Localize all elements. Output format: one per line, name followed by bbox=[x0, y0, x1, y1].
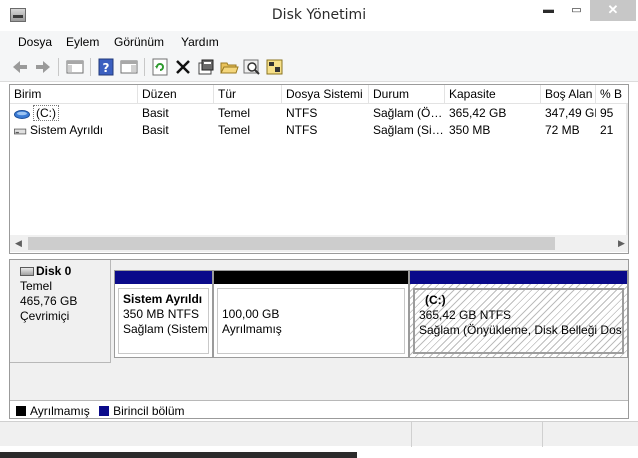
explore-icon[interactable] bbox=[242, 57, 262, 77]
layout-cell: Basit bbox=[142, 106, 169, 120]
column-header-dosya-sistemi[interactable]: Dosya Sistemi bbox=[282, 85, 369, 104]
table-row[interactable]: Sistem Ayrıldı Basit Temel NTFS Sağlam (… bbox=[10, 122, 628, 139]
partition-band bbox=[410, 271, 627, 284]
svg-text:?: ? bbox=[103, 61, 110, 75]
percent-free-cell: 95 bbox=[600, 106, 614, 120]
type-cell: Temel bbox=[218, 106, 251, 120]
properties-pane-icon[interactable] bbox=[119, 57, 139, 77]
percent-free-cell: 21 bbox=[600, 123, 614, 137]
open-folder-icon[interactable] bbox=[219, 57, 239, 77]
type-cell: Temel bbox=[218, 123, 251, 137]
volume-name-cell: Sistem Ayrıldı bbox=[10, 122, 138, 139]
vertical-scrollbar[interactable] bbox=[626, 104, 628, 235]
toolbar-separator bbox=[90, 58, 91, 76]
partition-status: Ayrılmamış bbox=[222, 322, 282, 336]
disk-name: Disk 0 bbox=[36, 264, 72, 278]
volume-name-cell: (C:) bbox=[10, 105, 138, 122]
scrollbar-thumb[interactable] bbox=[28, 237, 555, 250]
volume-list: Birim Düzen Tür Dosya Sistemi Durum Kapa… bbox=[9, 84, 629, 254]
delete-icon[interactable] bbox=[173, 57, 193, 77]
partition-c-drive[interactable]: (C:) 365,42 GB NTFS Sağlam (Önyükleme, D… bbox=[409, 270, 628, 358]
status-cell bbox=[411, 422, 542, 447]
toolbar-separator bbox=[144, 58, 145, 76]
legend-swatch bbox=[16, 406, 26, 416]
partition-title: (C:) bbox=[425, 293, 446, 307]
toolbar: ? bbox=[0, 53, 638, 82]
partition-system-reserved[interactable]: Sistem Ayrıldı 350 MB NTFS Sağlam (Siste… bbox=[114, 270, 213, 358]
column-header-tur[interactable]: Tür bbox=[214, 85, 282, 104]
disk-info-block[interactable]: Disk 0 Temel 465,76 GB Çevrimiçi bbox=[10, 260, 111, 363]
partition-size: 365,42 GB NTFS bbox=[419, 308, 512, 322]
partition-status: Sağlam (Önyükleme, Disk Belleği Dosy bbox=[419, 323, 624, 337]
partition-size: 350 MB NTFS bbox=[123, 307, 200, 321]
menu-gorunum[interactable]: Görünüm bbox=[114, 35, 164, 49]
back-arrow-icon[interactable] bbox=[10, 57, 30, 77]
layout-cell: Basit bbox=[142, 123, 169, 137]
legend-item-primary: Birincil bölüm bbox=[99, 404, 185, 418]
partition-title: Sistem Ayrıldı bbox=[123, 292, 203, 306]
column-header-birim[interactable]: Birim bbox=[10, 85, 138, 104]
free-space-cell: 347,49 GB bbox=[545, 106, 596, 120]
toolbar-separator bbox=[58, 58, 59, 76]
partition-band bbox=[214, 271, 408, 284]
volume-drive-icon bbox=[14, 110, 30, 119]
capacity-cell: 350 MB bbox=[449, 123, 491, 137]
volume-name: Sistem Ayrıldı bbox=[30, 123, 104, 137]
title-bar: Disk Yönetimi ▬ ▭ ✕ bbox=[0, 0, 638, 31]
minimize-button[interactable]: ▬ bbox=[534, 0, 563, 21]
partition-status: Sağlam (Sistem, bbox=[123, 322, 209, 336]
partition-row: Sistem Ayrıldı 350 MB NTFS Sağlam (Siste… bbox=[114, 270, 628, 360]
scroll-right-icon[interactable]: ▶ bbox=[613, 235, 628, 252]
legend: Ayrılmamış Birincil bölüm bbox=[10, 400, 628, 418]
volume-drive-icon bbox=[14, 128, 27, 135]
status-cell: Sağlam (Si… bbox=[373, 123, 444, 137]
column-header-kapasite[interactable]: Kapasite bbox=[445, 85, 541, 104]
column-header-percent-free[interactable]: % B bbox=[596, 85, 628, 104]
volume-list-header: Birim Düzen Tür Dosya Sistemi Durum Kapa… bbox=[10, 85, 628, 104]
refresh-icon[interactable] bbox=[150, 57, 170, 77]
free-space-cell: 72 MB bbox=[545, 123, 580, 137]
console-tree-icon[interactable] bbox=[65, 57, 85, 77]
status-cell bbox=[542, 422, 638, 447]
capacity-cell: 365,42 GB bbox=[449, 106, 507, 120]
maximize-button[interactable]: ▭ bbox=[563, 0, 590, 21]
menu-dosya[interactable]: Dosya bbox=[18, 35, 52, 49]
menu-eylem[interactable]: Eylem bbox=[66, 35, 99, 49]
disk-kind: Temel bbox=[20, 279, 53, 293]
horizontal-scrollbar[interactable]: ◀ ▶ bbox=[10, 235, 628, 252]
help-icon[interactable]: ? bbox=[96, 57, 116, 77]
legend-swatch bbox=[99, 406, 110, 416]
forward-arrow-icon[interactable] bbox=[33, 57, 53, 77]
taskbar-strip bbox=[0, 452, 357, 458]
scroll-left-icon[interactable]: ◀ bbox=[10, 235, 27, 252]
volume-name: (C:) bbox=[33, 105, 59, 121]
menu-bar: Dosya Eylem Görünüm Yardım bbox=[0, 31, 638, 53]
table-row[interactable]: (C:) Basit Temel NTFS Sağlam (Ö… 365,42 … bbox=[10, 105, 628, 122]
menu-yardim[interactable]: Yardım bbox=[181, 35, 219, 49]
filesystem-cell: NTFS bbox=[286, 106, 318, 120]
close-button[interactable]: ✕ bbox=[590, 0, 636, 21]
partition-band bbox=[115, 271, 212, 284]
disk-size: 465,76 GB bbox=[20, 294, 78, 308]
disk-map-panel: Disk 0 Temel 465,76 GB Çevrimiçi Sistem … bbox=[9, 259, 629, 419]
column-header-durum[interactable]: Durum bbox=[369, 85, 445, 104]
legend-item-unallocated: Ayrılmamış bbox=[16, 404, 90, 418]
partition-unallocated[interactable]: 100,00 GB Ayrılmamış bbox=[213, 270, 409, 358]
column-header-bos-alan[interactable]: Boş Alan bbox=[541, 85, 596, 104]
hard-disk-icon bbox=[20, 267, 34, 276]
partition-size: 100,00 GB bbox=[222, 307, 280, 321]
status-cell: Sağlam (Ö… bbox=[373, 106, 443, 120]
settings-icon[interactable] bbox=[265, 57, 285, 77]
status-bar bbox=[0, 421, 638, 447]
column-header-duzen[interactable]: Düzen bbox=[138, 85, 214, 104]
disk-state: Çevrimiçi bbox=[20, 309, 70, 323]
properties-icon[interactable] bbox=[196, 57, 216, 77]
filesystem-cell: NTFS bbox=[286, 123, 318, 137]
